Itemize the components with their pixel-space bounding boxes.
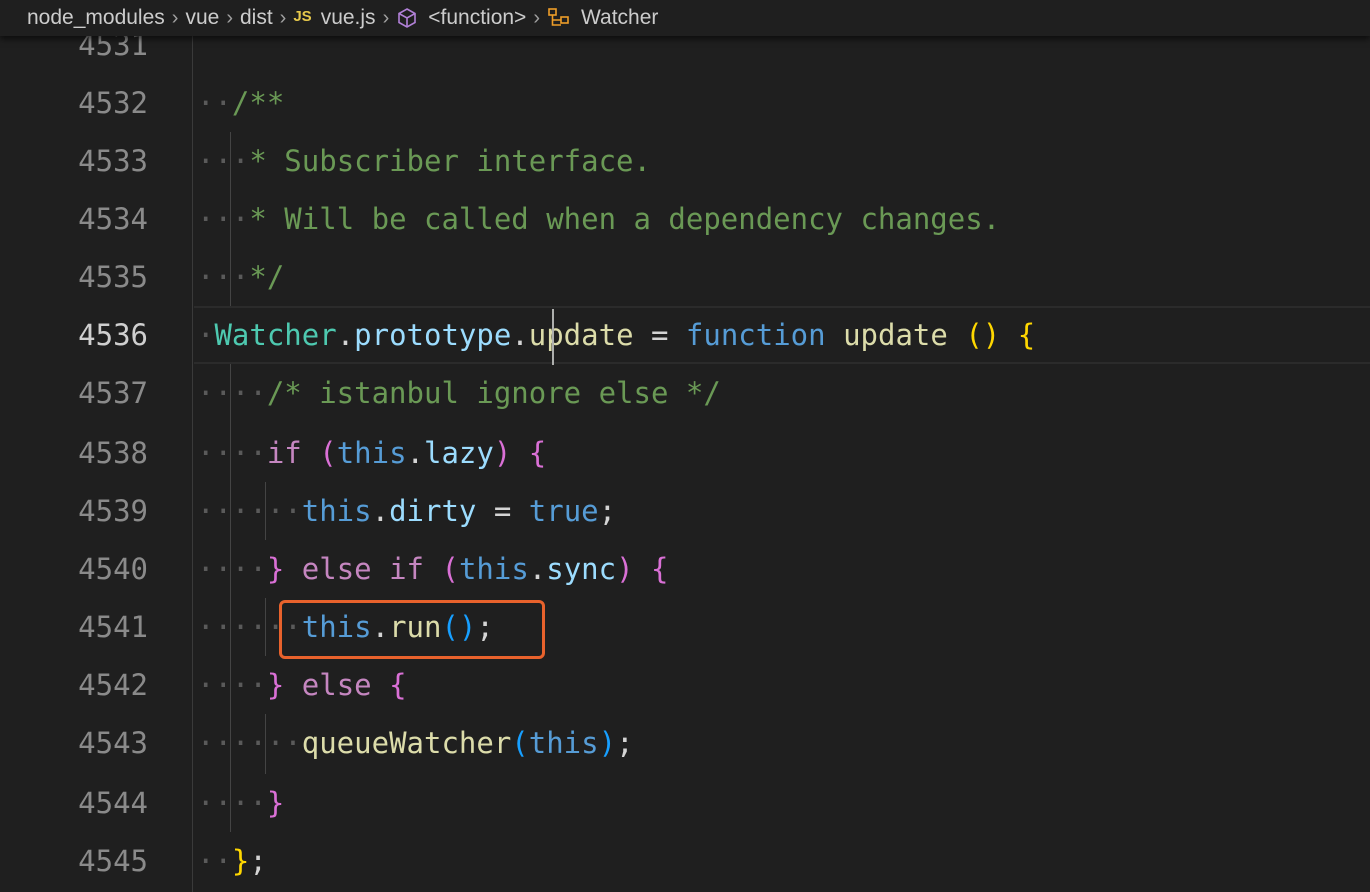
code-line[interactable]: 4543 ······queueWatcher(this); — [0, 714, 1370, 772]
code-text: ····} — [197, 786, 285, 820]
breadcrumb-function[interactable]: <function> — [428, 6, 526, 30]
breadcrumb: node_modules › vue › dist › JS vue.js › … — [0, 0, 1370, 36]
code-line[interactable]: 4533 ···* Subscriber interface. — [0, 132, 1370, 190]
line-number: 4537 — [78, 376, 148, 410]
code-line[interactable]: 4538 ····if (this.lazy) { — [0, 424, 1370, 482]
code-text: ······this.dirty = true; — [197, 494, 617, 528]
chevron-right-icon: › — [279, 6, 287, 29]
breadcrumb-vue[interactable]: vue — [185, 6, 219, 30]
breadcrumb-watcher[interactable]: Watcher — [581, 6, 658, 30]
code-text: ·Watcher.prototype.update = function upd… — [197, 318, 1036, 352]
line-number: 4542 — [78, 668, 148, 702]
code-line-highlighted[interactable]: 4541 ······this.run(); — [0, 598, 1370, 656]
chevron-right-icon: › — [226, 6, 233, 29]
chevron-right-icon: › — [382, 6, 390, 29]
code-text: ···* Subscriber interface. — [197, 144, 651, 178]
line-number: 4540 — [78, 552, 148, 586]
line-number: 4536 — [78, 318, 148, 352]
cube-method-icon — [396, 7, 418, 29]
indent-guide — [230, 132, 231, 306]
code-line[interactable]: 4535 ···*/ — [0, 248, 1370, 306]
code-line[interactable]: 4539 ······this.dirty = true; — [0, 482, 1370, 540]
breadcrumb-dist[interactable]: dist — [240, 6, 273, 30]
highlight-annotation-box — [279, 600, 545, 659]
indent-guide — [265, 482, 266, 540]
js-file-icon: JS — [293, 7, 312, 25]
breadcrumb-node-modules[interactable]: node_modules — [27, 6, 165, 30]
code-line[interactable]: 4540 ····} else if (this.sync) { — [0, 540, 1370, 598]
line-number: 4543 — [78, 726, 148, 760]
code-line[interactable]: 4537 ····/* istanbul ignore else */ — [0, 364, 1370, 422]
chevron-right-icon: › — [533, 6, 540, 29]
code-text: ··/** — [197, 86, 285, 120]
chevron-right-icon: › — [171, 6, 179, 29]
code-text: ···*/ — [197, 260, 285, 294]
code-text: ··}; — [197, 844, 267, 878]
code-editor[interactable]: 4531 4532 ··/** 4533 ···* Subscriber int… — [0, 0, 1370, 892]
line-number: 4535 — [78, 260, 148, 294]
code-line[interactable]: 4534 ···* Will be called when a dependen… — [0, 190, 1370, 248]
line-number: 4538 — [78, 436, 148, 470]
line-number: 4544 — [78, 786, 148, 820]
code-text: ······queueWatcher(this); — [197, 726, 634, 760]
indent-guide — [230, 364, 231, 832]
line-number: 4539 — [78, 494, 148, 528]
code-text: ····if (this.lazy) { — [197, 436, 547, 470]
line-number: 4545 — [78, 844, 148, 878]
code-text: ····} else if (this.sync) { — [197, 552, 669, 586]
line-number: 4532 — [78, 86, 148, 120]
line-number: 4541 — [78, 610, 148, 644]
text-cursor — [552, 309, 554, 365]
code-line[interactable]: 4542 ····} else { — [0, 656, 1370, 714]
code-text: ···* Will be called when a dependency ch… — [197, 202, 1001, 236]
code-line[interactable]: 4544 ····} — [0, 774, 1370, 832]
code-text: ····} else { — [197, 668, 407, 702]
breadcrumb-vue-js[interactable]: vue.js — [321, 6, 376, 30]
indent-guide — [265, 598, 266, 656]
line-number: 4533 — [78, 144, 148, 178]
code-line-current[interactable]: 4536 ·Watcher.prototype.update = functio… — [0, 306, 1370, 364]
code-line[interactable]: 4545 ··}; — [0, 832, 1370, 890]
class-symbol-icon — [547, 7, 571, 29]
indent-guide — [265, 714, 266, 774]
code-text: ····/* istanbul ignore else */ — [197, 376, 721, 410]
code-line[interactable]: 4532 ··/** — [0, 74, 1370, 132]
line-number: 4534 — [78, 202, 148, 236]
